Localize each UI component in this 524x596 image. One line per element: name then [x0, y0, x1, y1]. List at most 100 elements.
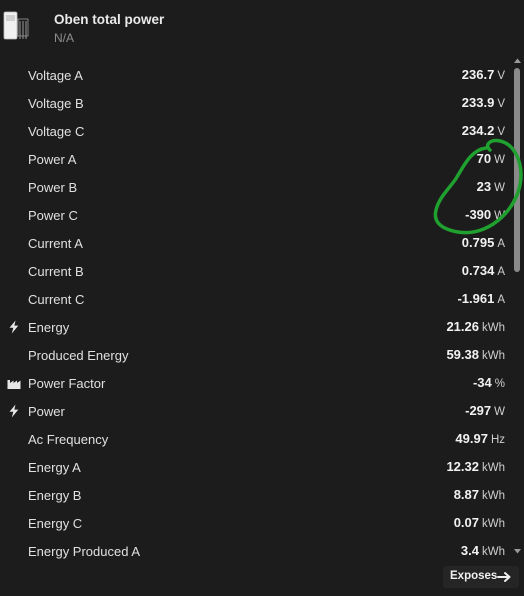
row-value: 70 W: [477, 151, 505, 166]
scroll-up-arrow-icon[interactable]: [513, 56, 522, 65]
list-item: Current A 0.795 A: [0, 229, 508, 257]
row-value: 233.9 V: [462, 95, 505, 110]
row-value: -297 W: [465, 403, 505, 418]
row-value: -390 W: [465, 207, 505, 222]
row-value: 49.97 Hz: [455, 431, 505, 446]
power-meter-icon: [3, 11, 29, 40]
row-label: Power: [28, 404, 65, 419]
value-unit: kWh: [482, 322, 505, 334]
value-unit: kWh: [482, 518, 505, 530]
row-value: 0.734 A: [462, 263, 505, 278]
lightning-icon: [9, 404, 19, 418]
row-value: -34%: [473, 375, 505, 390]
row-label: Current C: [28, 292, 85, 307]
value-unit: A: [497, 294, 505, 306]
value-number: 233.9: [461, 95, 495, 110]
value-number: 8.87: [453, 487, 479, 502]
value-unit: Hz: [490, 434, 505, 446]
row-value: 12.32 kWh: [446, 459, 505, 474]
scroll-down-arrow-icon[interactable]: [513, 547, 522, 556]
row-value: 234.2 V: [462, 123, 505, 138]
row-label: Current B: [28, 264, 84, 279]
row-value: 236.7 V: [462, 67, 505, 82]
device-title: Oben total power: [54, 12, 165, 27]
list-item: Voltage A 236.7 V: [0, 61, 508, 89]
row-label: Ac Frequency: [28, 432, 109, 447]
row-value: 59.38 kWh: [446, 347, 505, 362]
row-value: 21.26 kWh: [446, 319, 505, 334]
row-label: Voltage A: [28, 68, 83, 83]
device-panel: Oben total power N/A Voltage A 236.7 V Vo…: [0, 0, 524, 596]
value-unit: %: [494, 378, 505, 390]
row-label: Energy: [28, 320, 70, 335]
value-number: 0.07: [453, 515, 479, 530]
value-number: 12.32: [446, 459, 479, 474]
row-label: Voltage B: [28, 96, 84, 111]
value-number: 236.7: [461, 67, 495, 82]
value-number: 59.38: [446, 347, 479, 362]
value-number: 0.795: [461, 235, 495, 250]
value-unit: W: [494, 210, 505, 222]
list-item: Voltage B 233.9 V: [0, 89, 508, 117]
row-label: Current A: [28, 236, 83, 251]
value-number: -390: [465, 207, 492, 222]
row-value: 23 W: [477, 179, 505, 194]
row-label: Produced Energy: [28, 348, 129, 363]
row-value: 0.07 kWh: [454, 515, 505, 530]
exposes-button[interactable]: Exposes: [443, 566, 519, 588]
list-item: Produced Energy 59.38 kWh: [0, 341, 508, 369]
value-number: 0.734: [461, 263, 495, 278]
factory-icon: [7, 380, 21, 389]
row-value: -1.961 A: [457, 291, 505, 306]
row-label: Energy A: [28, 460, 81, 475]
list-item: Current B 0.734 A: [0, 257, 508, 285]
value-unit: W: [494, 406, 505, 418]
value-unit: kWh: [482, 462, 505, 474]
value-number: -34: [472, 375, 492, 390]
value-unit: V: [497, 70, 505, 82]
value-unit: kWh: [482, 490, 505, 502]
list-item: Ac Frequency 49.97 Hz: [0, 425, 508, 453]
value-unit: kWh: [482, 546, 505, 558]
value-number: 70: [476, 151, 492, 166]
row-value: 8.87 kWh: [454, 487, 505, 502]
scrollbar-thumb[interactable]: [514, 68, 520, 272]
row-label: Voltage C: [28, 124, 85, 139]
row-label: Energy C: [28, 516, 83, 531]
value-number: -297: [465, 403, 492, 418]
row-value: 0.795 A: [462, 235, 505, 250]
value-number: 49.97: [455, 431, 488, 446]
value-number: 21.26: [446, 319, 479, 334]
list-item: Power B 23 W: [0, 173, 508, 201]
list-item: Power -297 W: [0, 397, 508, 425]
list-item: Energy 21.26 kWh: [0, 313, 508, 341]
list-item: Energy B 8.87 kWh: [0, 481, 508, 509]
device-header: Oben total power N/A: [0, 0, 524, 56]
lightning-icon: [9, 320, 19, 334]
value-number: 3.4: [460, 543, 479, 558]
value-unit: kWh: [482, 350, 505, 362]
arrow-right-icon: [497, 572, 511, 582]
device-subtitle: N/A: [54, 31, 75, 45]
row-label: Energy Produced A: [28, 544, 141, 559]
list-item: Power A 70 W: [0, 145, 508, 173]
value-unit: V: [497, 126, 505, 138]
measurement-list: Voltage A 236.7 V Voltage B 233.9 V Voltag…: [0, 61, 508, 565]
value-number: -1.961: [457, 291, 495, 306]
row-value: 3.4 kWh: [461, 543, 505, 558]
value-unit: A: [497, 266, 505, 278]
value-unit: W: [494, 182, 505, 194]
list-item: Current C -1.961 A: [0, 285, 508, 313]
value-number: 234.2: [461, 123, 495, 138]
exposes-label: Exposes: [450, 570, 498, 582]
value-unit: W: [494, 154, 505, 166]
list-item: Voltage C 234.2 V: [0, 117, 508, 145]
scrollbar[interactable]: [513, 56, 522, 558]
row-label: Energy B: [28, 488, 82, 503]
row-label: Power C: [28, 208, 78, 223]
value-number: 23: [476, 179, 492, 194]
list-item: Power Factor -34%: [0, 369, 508, 397]
value-unit: V: [497, 98, 505, 110]
list-viewport-edge: [0, 559, 512, 596]
list-item: Power C -390 W: [0, 201, 508, 229]
